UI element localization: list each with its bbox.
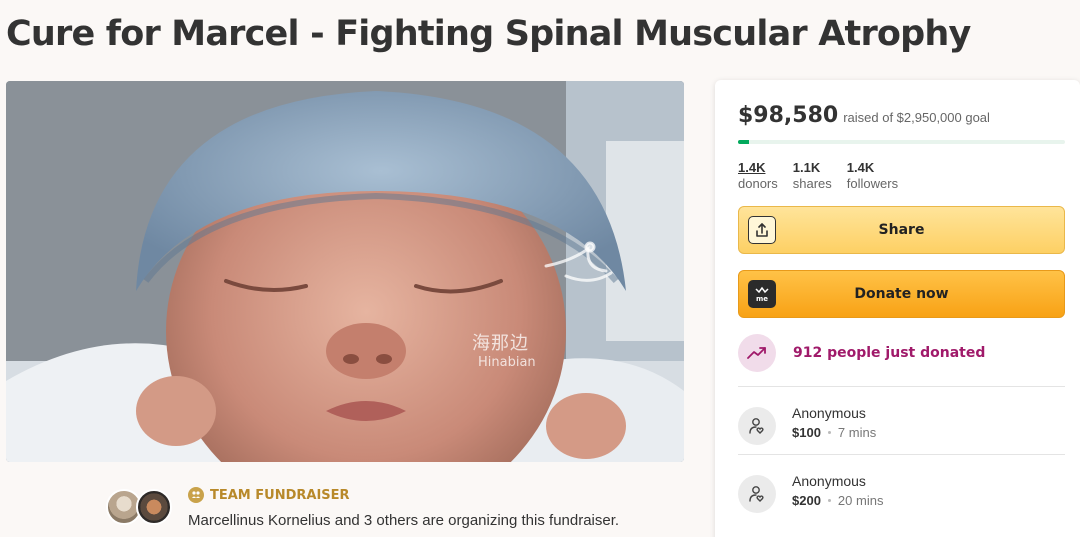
baby-photo-illustration xyxy=(6,81,684,462)
share-button-label: Share xyxy=(878,222,925,238)
watermark-cn: 海那边 xyxy=(472,333,529,354)
separator-dot xyxy=(827,431,831,434)
donor-heart-icon xyxy=(738,407,776,445)
donation-sidebar: $98,580 raised of $2,950,000 goal 1.4K d… xyxy=(715,80,1080,537)
organizer-avatar[interactable] xyxy=(136,489,172,525)
donation-time: 7 mins xyxy=(837,425,877,440)
stat-followers: 1.4K followers xyxy=(847,160,898,191)
donation-amount: $200 xyxy=(792,493,821,508)
divider xyxy=(738,386,1065,387)
team-icon xyxy=(188,487,204,503)
stat-label: donors xyxy=(738,176,778,191)
stat-label: followers xyxy=(846,176,899,191)
donation-time: 20 mins xyxy=(837,493,884,508)
progress-bar xyxy=(738,140,1065,144)
amount-raised: $98,580 raised of $2,950,000 goal xyxy=(738,103,990,128)
separator-dot xyxy=(827,499,831,502)
page-title: Cure for Marcel - Fighting Spinal Muscul… xyxy=(6,14,971,54)
campaign-stats: 1.4K donors 1.1K shares 1.4K followers xyxy=(738,160,898,191)
divider xyxy=(738,454,1065,455)
stat-shares: 1.1K shares xyxy=(793,160,832,191)
share-button[interactable]: Share xyxy=(738,206,1065,254)
recent-donors-text: 912 people just donated xyxy=(793,345,986,361)
recent-activity: 912 people just donated xyxy=(738,334,985,372)
watermark: 海那边 Hinabian xyxy=(472,329,536,370)
donate-button[interactable]: me Donate now xyxy=(738,270,1065,318)
donate-button-label: Donate now xyxy=(854,286,949,302)
raised-amount: $98,580 xyxy=(738,103,839,128)
donor-name: Anonymous xyxy=(792,405,866,421)
team-fundraiser-badge: TEAM FUNDRAISER xyxy=(188,487,350,503)
donation-item: Anonymous $200 20 mins xyxy=(738,473,883,513)
stat-label: shares xyxy=(792,176,832,191)
stat-value[interactable]: 1.4K xyxy=(738,160,778,175)
trending-up-icon xyxy=(738,334,776,372)
donation-amount: $100 xyxy=(792,425,821,440)
share-upload-icon xyxy=(748,216,776,244)
donor-name: Anonymous xyxy=(792,473,866,489)
organizers-text: Marcellinus Kornelius and 3 others are o… xyxy=(188,512,620,529)
stat-value: 1.4K xyxy=(846,160,875,175)
stat-donors[interactable]: 1.4K donors xyxy=(738,160,778,191)
donate-icon-text: me xyxy=(756,295,768,303)
team-badge-label: TEAM FUNDRAISER xyxy=(210,487,350,503)
donation-item: Anonymous $100 7 mins xyxy=(738,405,876,445)
campaign-photo[interactable]: 海那边 Hinabian xyxy=(6,81,684,462)
stat-value: 1.1K xyxy=(792,160,821,175)
gofundme-logo-icon: me xyxy=(748,280,776,308)
watermark-en: Hinabian xyxy=(478,355,536,370)
donor-heart-icon xyxy=(738,475,776,513)
goal-text: raised of $2,950,000 goal xyxy=(843,110,990,125)
progress-fill xyxy=(738,140,749,144)
